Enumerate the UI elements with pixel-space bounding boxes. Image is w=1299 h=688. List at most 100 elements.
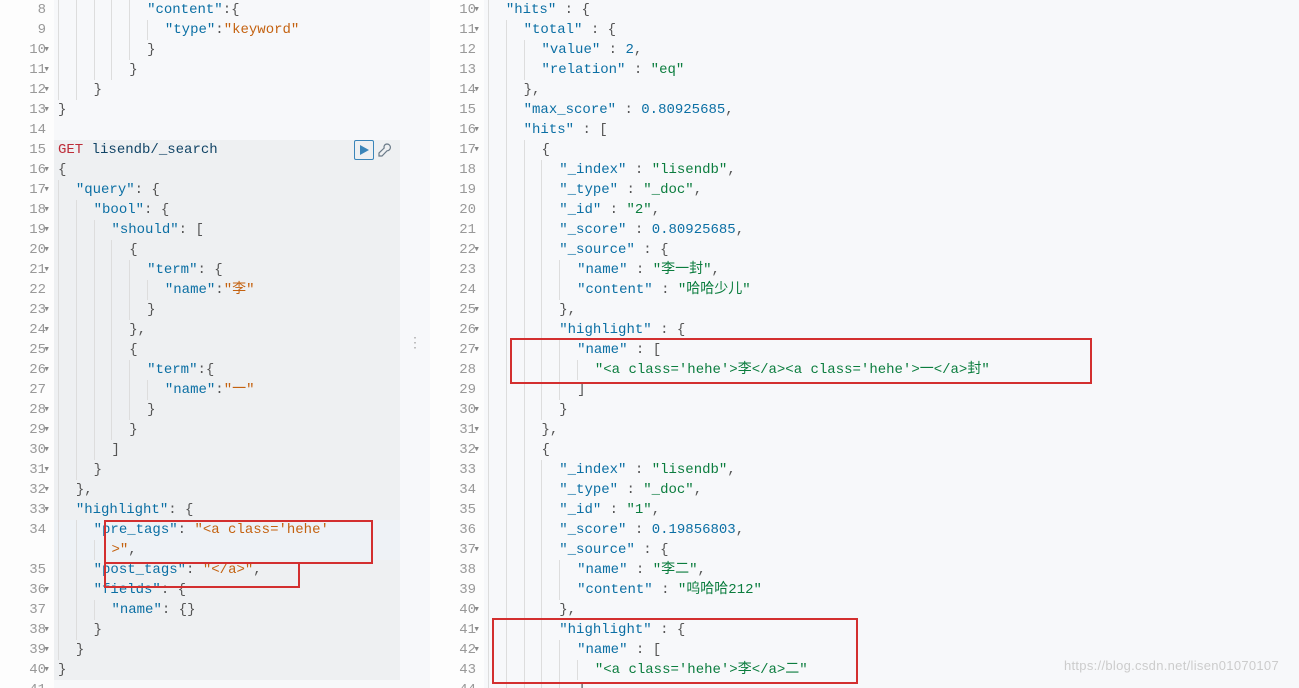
code-line[interactable]: GET lisendb/_search (54, 140, 400, 160)
code-line[interactable]: "name" : "李二", (484, 560, 1299, 580)
code-line[interactable]: } (54, 40, 400, 60)
code-line[interactable]: "highlight": { (54, 500, 400, 520)
fold-icon[interactable]: ▾ (473, 240, 480, 260)
code-line[interactable]: }, (484, 80, 1299, 100)
code-line[interactable]: "name":"李" (54, 280, 400, 300)
fold-icon[interactable]: ▾ (473, 540, 480, 560)
code-line[interactable]: "highlight" : { (484, 620, 1299, 640)
code-line[interactable]: { (484, 140, 1299, 160)
code-line[interactable]: }, (54, 320, 400, 340)
code-line[interactable]: "content":{ (54, 0, 400, 20)
code-line[interactable]: } (54, 640, 400, 660)
fold-icon[interactable]: ▾ (43, 500, 50, 520)
code-line[interactable]: "_score" : 0.19856803, (484, 520, 1299, 540)
code-line[interactable]: "total" : { (484, 20, 1299, 40)
fold-icon[interactable]: ▾ (473, 320, 480, 340)
fold-icon[interactable]: ▾ (43, 620, 50, 640)
fold-icon[interactable]: ▾ (473, 640, 480, 660)
code-line[interactable]: } (54, 400, 400, 420)
code-line[interactable]: ] (484, 680, 1299, 688)
code-line[interactable]: "_index" : "lisendb", (484, 160, 1299, 180)
fold-icon[interactable]: ▾ (43, 100, 50, 120)
fold-icon[interactable]: ▾ (43, 60, 50, 80)
fold-icon[interactable]: ▾ (473, 420, 480, 440)
code-line[interactable]: "name" : "李一封", (484, 260, 1299, 280)
fold-icon[interactable]: ▾ (43, 340, 50, 360)
code-line[interactable]: "_id" : "2", (484, 200, 1299, 220)
fold-icon[interactable]: ▾ (473, 440, 480, 460)
code-line[interactable]: } (54, 460, 400, 480)
fold-icon[interactable]: ▾ (473, 80, 480, 100)
fold-icon[interactable]: ▾ (473, 340, 480, 360)
run-button[interactable] (354, 140, 374, 160)
code-line[interactable]: { (54, 160, 400, 180)
code-line[interactable]: { (484, 440, 1299, 460)
fold-icon[interactable]: ▾ (473, 620, 480, 640)
fold-icon[interactable]: ▾ (473, 140, 480, 160)
code-line[interactable]: "<a class='hehe'>李</a><a class='hehe'>一<… (484, 360, 1299, 380)
code-line[interactable]: } (54, 100, 400, 120)
code-line[interactable]: "value" : 2, (484, 40, 1299, 60)
code-line[interactable]: } (54, 300, 400, 320)
code-line[interactable] (54, 680, 400, 688)
code-line[interactable]: } (484, 400, 1299, 420)
code-line[interactable]: }, (484, 600, 1299, 620)
code-line[interactable]: "relation" : "eq" (484, 60, 1299, 80)
code-line[interactable]: "name" : [ (484, 340, 1299, 360)
code-line[interactable]: "_source" : { (484, 540, 1299, 560)
fold-icon[interactable]: ▾ (473, 300, 480, 320)
fold-icon[interactable]: ▾ (473, 400, 480, 420)
code-line[interactable]: "type":"keyword" (54, 20, 400, 40)
fold-icon[interactable]: ▾ (43, 300, 50, 320)
code-line[interactable]: }, (484, 300, 1299, 320)
code-line[interactable]: >", (54, 540, 400, 560)
code-line[interactable]: } (54, 420, 400, 440)
code-line[interactable]: "_id" : "1", (484, 500, 1299, 520)
fold-icon[interactable]: ▾ (43, 660, 50, 680)
code-line[interactable]: ] (484, 380, 1299, 400)
fold-icon[interactable]: ▾ (473, 600, 480, 620)
code-line[interactable]: "bool": { (54, 200, 400, 220)
code-line[interactable]: "should": [ (54, 220, 400, 240)
code-line[interactable]: "content" : "哈哈少儿" (484, 280, 1299, 300)
fold-icon[interactable]: ▾ (43, 360, 50, 380)
fold-icon[interactable]: ▾ (43, 640, 50, 660)
fold-icon[interactable]: ▾ (43, 480, 50, 500)
wrench-icon[interactable] (376, 141, 394, 159)
fold-icon[interactable]: ▾ (43, 440, 50, 460)
code-line[interactable]: "content" : "呜哈哈212" (484, 580, 1299, 600)
pane-divider[interactable]: ⋮ (400, 0, 430, 688)
code-line[interactable]: "term": { (54, 260, 400, 280)
fold-icon[interactable]: ▾ (43, 160, 50, 180)
code-line[interactable]: "_score" : 0.80925685, (484, 220, 1299, 240)
code-line[interactable]: "hits" : { (484, 0, 1299, 20)
code-line[interactable]: "_index" : "lisendb", (484, 460, 1299, 480)
code-line[interactable]: }, (484, 420, 1299, 440)
fold-icon[interactable]: ▾ (473, 20, 480, 40)
code-line[interactable]: { (54, 240, 400, 260)
code-line[interactable]: "query": { (54, 180, 400, 200)
code-line[interactable]: } (54, 80, 400, 100)
code-line[interactable]: } (54, 620, 400, 640)
fold-icon[interactable]: ▾ (43, 580, 50, 600)
code-line[interactable]: { (54, 340, 400, 360)
code-line[interactable]: "post_tags": "</a>", (54, 560, 400, 580)
code-line[interactable]: "_source" : { (484, 240, 1299, 260)
fold-icon[interactable]: ▾ (43, 240, 50, 260)
fold-icon[interactable]: ▾ (43, 400, 50, 420)
fold-icon[interactable]: ▾ (43, 200, 50, 220)
fold-icon[interactable]: ▾ (43, 460, 50, 480)
fold-icon[interactable]: ▾ (43, 260, 50, 280)
code-line[interactable]: "hits" : [ (484, 120, 1299, 140)
code-line[interactable]: }, (54, 480, 400, 500)
code-line[interactable]: "_type" : "_doc", (484, 480, 1299, 500)
code-line[interactable]: "_type" : "_doc", (484, 180, 1299, 200)
code-line[interactable]: ] (54, 440, 400, 460)
code-line[interactable]: } (54, 60, 400, 80)
fold-icon[interactable]: ▾ (43, 180, 50, 200)
code-line[interactable]: "name":"一" (54, 380, 400, 400)
fold-icon[interactable]: ▾ (473, 120, 480, 140)
code-line[interactable] (54, 120, 400, 140)
fold-icon[interactable]: ▾ (43, 220, 50, 240)
code-line[interactable]: "term":{ (54, 360, 400, 380)
